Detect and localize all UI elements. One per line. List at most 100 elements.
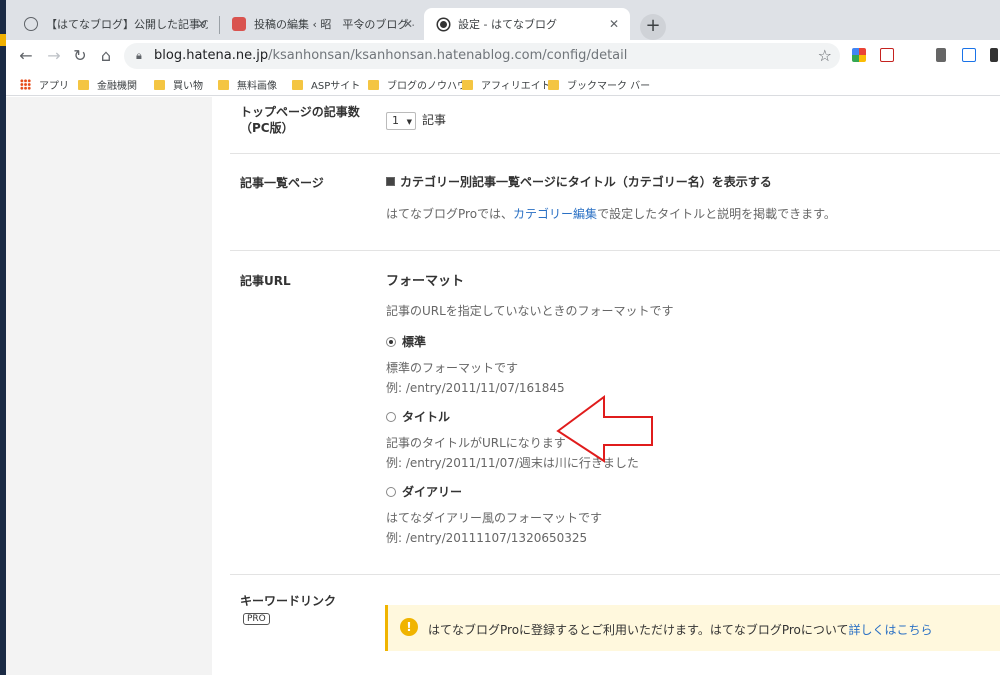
setting-value: 1 記事	[386, 111, 446, 130]
tab-strip: 【はてなブログ】公開した記事のURLを ✕ 投稿の編集 ‹ 昭 平令のブログ —…	[6, 0, 1000, 40]
hatena-favicon-icon	[438, 19, 449, 30]
bookmark-folder[interactable]: ASPサイト	[292, 77, 360, 92]
tab-title: 【はてなブログ】公開した記事のURLを	[46, 18, 208, 31]
home-icon[interactable]: ⌂	[96, 46, 116, 66]
bookmark-apps[interactable]: アプリ	[20, 77, 69, 92]
setting-row-category-page: 記事一覧ページ カテゴリー別記事一覧ページにタイトル（カテゴリー名）を表示する …	[230, 154, 1000, 251]
bookmark-star-icon[interactable]: ☆	[818, 46, 832, 65]
bookmark-folder[interactable]: 無料画像	[218, 77, 277, 92]
folder-icon	[218, 79, 229, 90]
format-heading: フォーマット	[386, 274, 465, 289]
folder-icon	[368, 79, 379, 90]
extension-icon[interactable]	[936, 48, 946, 62]
bookmark-label: ブログのノウハウ	[387, 81, 467, 92]
tab-favicon-icon	[24, 17, 38, 31]
note-text: で設定したタイトルと説明を掲載できます。	[597, 207, 836, 221]
bookmark-folder[interactable]: 買い物	[154, 77, 203, 92]
setting-row-top-count: トップページの記事数 （PC版） 1 記事	[230, 97, 1000, 154]
address-bar[interactable]: 🔒︎ blog.hatena.ne.jp/ksanhonsan/ksanhons…	[124, 43, 840, 69]
page-viewport: トップページの記事数 （PC版） 1 記事 記事一覧ページ カテゴリー別記事一覧ペ…	[6, 97, 1000, 675]
tab-favicon-icon	[232, 17, 246, 31]
setting-label: キーワードリンク	[240, 594, 337, 608]
warning-icon: !	[400, 618, 418, 636]
label-line: トップページの記事数	[240, 105, 360, 119]
tab-title: 投稿の編集 ‹ 昭 平令のブログ — W	[254, 18, 414, 31]
bookmark-label: ASPサイト	[311, 81, 361, 92]
pro-badge: PRO	[243, 613, 270, 625]
category-checkbox-row[interactable]: カテゴリー別記事一覧ページにタイトル（カテゴリー名）を表示する	[386, 173, 772, 190]
close-icon[interactable]: ✕	[194, 16, 210, 32]
radio-unselected[interactable]	[386, 412, 396, 422]
bookmark-label: 無料画像	[237, 81, 277, 92]
arrow-shape	[556, 395, 653, 463]
setting-label: トップページの記事数 （PC版）	[240, 104, 360, 136]
new-tab-button[interactable]: +	[640, 14, 666, 40]
lock-icon: 🔒︎	[136, 49, 142, 62]
settings-panel: トップページの記事数 （PC版） 1 記事 記事一覧ページ カテゴリー別記事一覧ペ…	[212, 97, 1000, 675]
setting-row-keyword-link: キーワードリンク PRO ! はてなブログProに登録するとご利用いただけます。…	[230, 575, 1000, 675]
url-path: /ksanhonsan/ksanhonsan.hatenablog.com/co…	[268, 48, 628, 63]
reload-icon[interactable]: ↻	[70, 46, 90, 66]
option-description: 標準のフォーマットです	[386, 361, 519, 375]
pdf-extension-icon[interactable]	[880, 48, 894, 62]
radio-option-diary[interactable]: ダイアリー	[386, 483, 462, 500]
notice-text: はてなブログProに登録するとご利用いただけます。はてなブログProについて詳し…	[428, 621, 933, 638]
folder-icon	[78, 79, 89, 90]
close-icon[interactable]: ✕	[400, 16, 416, 32]
checkbox-checked[interactable]	[386, 177, 395, 186]
url-text[interactable]: blog.hatena.ne.jp/ksanhonsan/ksanhonsan.…	[154, 48, 627, 63]
bookmark-folder[interactable]: ブログのノウハウ	[368, 77, 467, 92]
bookmark-label: アプリ	[39, 81, 69, 92]
format-description: 記事のURLを指定していないときのフォーマットです	[386, 304, 674, 318]
setting-label: 記事一覧ページ	[240, 176, 324, 190]
count-select[interactable]: 1	[386, 112, 416, 130]
radio-unselected[interactable]	[386, 487, 396, 497]
note-text: はてなブログProでは、	[386, 207, 514, 221]
option-description: はてなダイアリー風のフォーマットです	[386, 511, 603, 525]
bookmark-folder[interactable]: ブックマーク バー	[548, 77, 650, 92]
forward-arrow-icon[interactable]: →	[44, 46, 64, 66]
category-note: はてなブログProでは、カテゴリー編集で設定したタイトルと説明を掲載できます。	[386, 205, 836, 222]
unit-text: 記事	[422, 113, 447, 127]
url-host: blog.hatena.ne.jp	[154, 48, 269, 63]
folder-icon	[154, 79, 165, 90]
extension-icon[interactable]	[962, 48, 976, 62]
option-label: 標準	[402, 335, 427, 349]
folder-icon	[292, 79, 303, 90]
back-arrow-icon[interactable]: ←	[16, 46, 36, 66]
apps-icon	[20, 79, 31, 90]
learn-more-link[interactable]: 詳しくはこちら	[849, 623, 933, 637]
radio-selected[interactable]	[386, 337, 396, 347]
option-example: 例: /entry/2011/11/07/161845	[386, 381, 565, 395]
close-icon[interactable]: ✕	[606, 16, 622, 32]
extension-icon[interactable]	[990, 48, 998, 62]
tab-post-edit[interactable]: 投稿の編集 ‹ 昭 平令のブログ — W ✕	[220, 8, 424, 40]
bookmark-label: 金融機関	[97, 81, 137, 92]
tab-hatena-article[interactable]: 【はてなブログ】公開した記事のURLを ✕	[12, 8, 218, 40]
bookmark-label: ブックマーク バー	[567, 81, 651, 92]
bookmark-label: アフィリエイト	[481, 81, 551, 92]
bookmarks-bar: アプリ 金融機関 買い物 無料画像 ASPサイト ブログのノウハウ アフィリエイ…	[6, 72, 1000, 96]
bookmark-folder[interactable]: 金融機関	[78, 77, 137, 92]
red-annotation-arrow-icon	[556, 395, 653, 463]
setting-label: 記事URL	[240, 274, 291, 288]
browser-toolbar: ← → ↻ ⌂ 🔒︎ blog.hatena.ne.jp/ksanhonsan/…	[6, 40, 1000, 72]
option-label: ダイアリー	[402, 485, 463, 499]
notice-message: はてなブログProに登録するとご利用いただけます。はてなブログProについて	[428, 623, 849, 637]
folder-icon	[462, 79, 473, 90]
category-edit-link[interactable]: カテゴリー編集	[513, 207, 597, 221]
bookmark-label: 買い物	[173, 81, 203, 92]
tab-settings-active[interactable]: 設定 - はてなブログ ✕	[424, 8, 630, 40]
label-line: （PC版）	[240, 121, 294, 135]
bookmark-folder[interactable]: アフィリエイト	[462, 77, 551, 92]
option-label: タイトル	[402, 410, 451, 424]
radio-option-title[interactable]: タイトル	[386, 408, 450, 425]
google-extension-icon[interactable]	[852, 48, 866, 62]
pro-notice: ! はてなブログProに登録するとご利用いただけます。はてなブログProについて…	[385, 605, 1000, 651]
tab-title: 設定 - はてなブログ	[458, 18, 557, 31]
checkbox-label: カテゴリー別記事一覧ページにタイトル（カテゴリー名）を表示する	[400, 175, 772, 189]
radio-option-standard[interactable]: 標準	[386, 333, 426, 350]
option-description: 記事のタイトルがURLになります	[386, 436, 566, 450]
folder-icon	[548, 79, 559, 90]
option-example: 例: /entry/20111107/1320650325	[386, 531, 588, 545]
